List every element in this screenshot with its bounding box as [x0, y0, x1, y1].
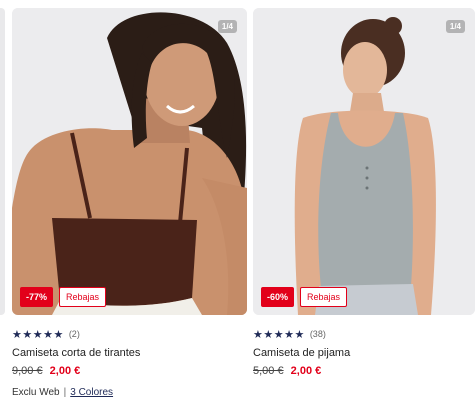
rating-stars-icon: ★★★★★ — [12, 328, 64, 341]
sale-price: 2,00 € — [49, 365, 81, 377]
rating-count: (38) — [309, 329, 326, 339]
image-counter: 1/4 — [217, 20, 237, 33]
discount-badge: -77% — [20, 287, 54, 307]
extras-separator: | — [63, 387, 67, 398]
rating-count: (2) — [68, 329, 80, 339]
sale-badge: Rebajas — [59, 287, 107, 307]
sale-badge: Rebajas — [300, 287, 348, 307]
product-rating: ★★★★★ (38) — [253, 327, 475, 341]
product-extras: Exclu Web | 3 Colores — [12, 387, 247, 398]
product-photo-grey-top — [253, 8, 475, 315]
product-image[interactable]: 1/4 -60% Rebajas — [253, 8, 475, 315]
exclusive-web-label: Exclu Web — [12, 387, 60, 398]
product-card[interactable]: 1/4 -77% Rebajas ★★★★★ (2) Camiseta cort… — [12, 8, 247, 398]
old-price: 5,00 € — [253, 365, 284, 377]
product-photo-brown-top — [12, 8, 247, 315]
product-prices: 5,00 € 2,00 € — [253, 365, 475, 377]
product-prices: 9,00 € 2,00 € — [12, 365, 247, 377]
previous-card-edge[interactable] — [0, 8, 5, 315]
sale-price: 2,00 € — [290, 365, 322, 377]
product-image[interactable]: 1/4 -77% Rebajas — [12, 8, 247, 315]
colors-link[interactable]: 3 Colores — [70, 387, 113, 398]
old-price: 9,00 € — [12, 365, 43, 377]
image-counter: 1/4 — [445, 20, 465, 33]
product-rating: ★★★★★ (2) — [12, 327, 247, 341]
product-title[interactable]: Camiseta corta de tirantes — [12, 347, 247, 359]
rating-stars-icon: ★★★★★ — [253, 328, 305, 341]
product-title[interactable]: Camiseta de pijama — [253, 347, 475, 359]
product-card[interactable]: 1/4 -60% Rebajas ★★★★★ (38) Camiseta de … — [253, 8, 475, 377]
discount-badge: -60% — [261, 287, 295, 307]
